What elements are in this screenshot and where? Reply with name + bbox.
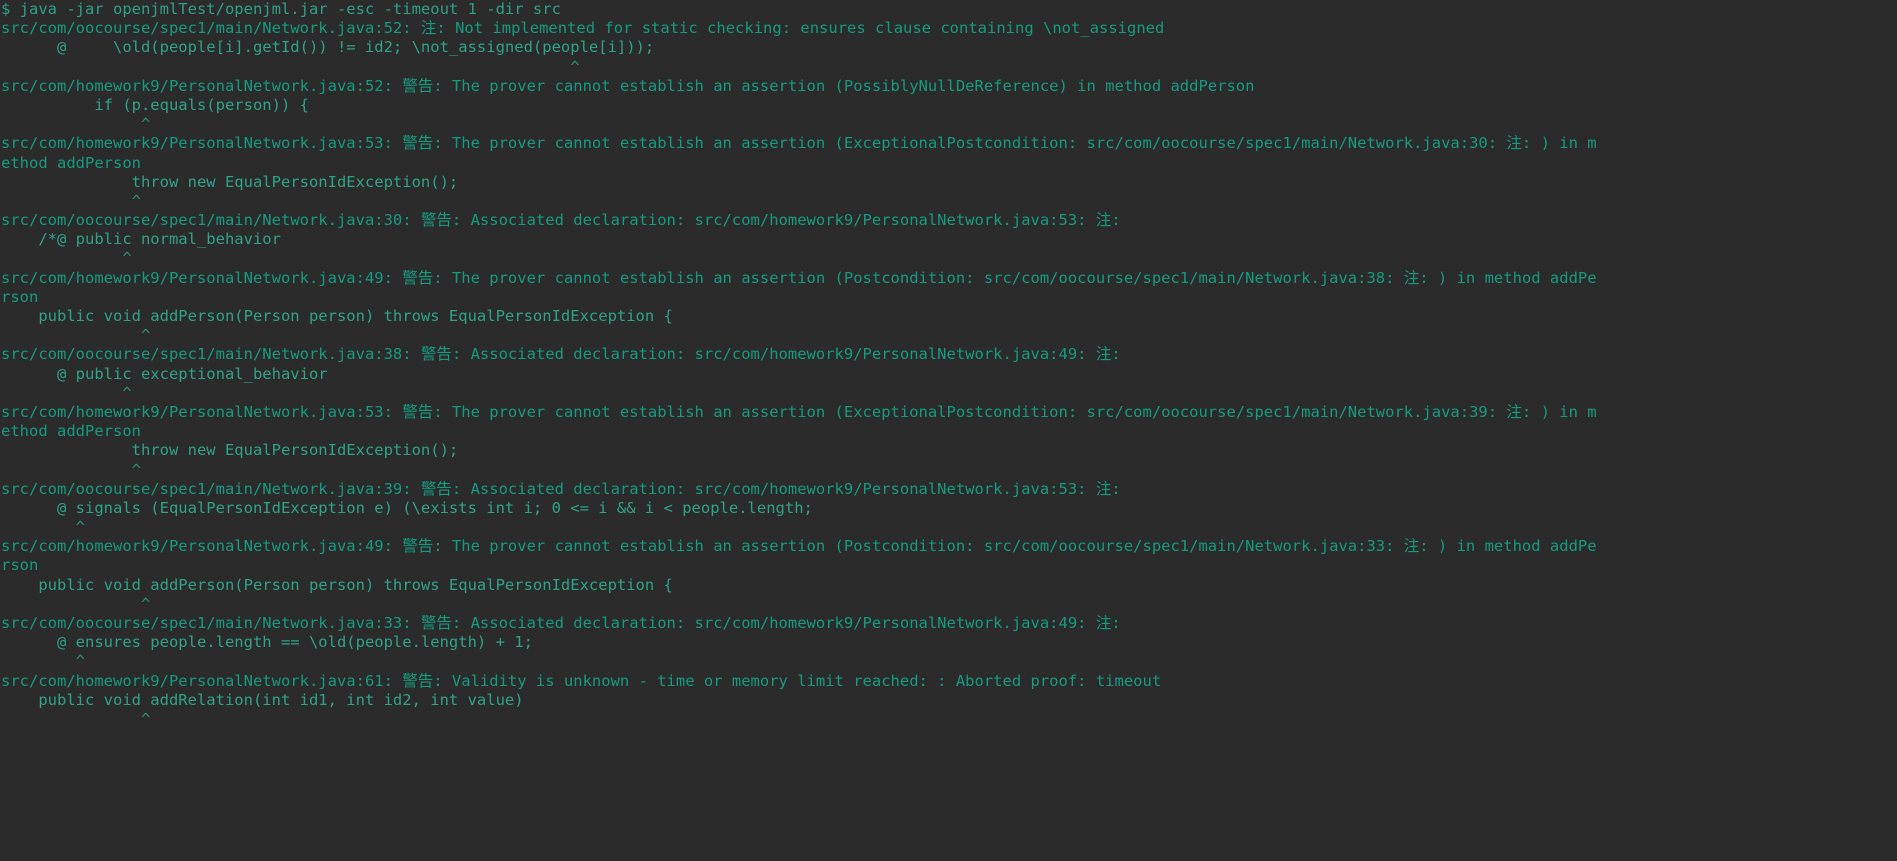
source-echo-line: @ signals (EqualPersonIdException e) (\e… (1, 498, 813, 517)
source-echo-line: public void addRelation(int id1, int id2… (1, 690, 524, 709)
source-echo-line: public void addPerson(Person person) thr… (1, 307, 673, 325)
diagnostic-line: src/com/oocourse/spec1/main/Network.java… (1, 19, 1165, 38)
caret-marker-line: ^ (1, 709, 151, 728)
caret-marker-line: ^ (1, 383, 132, 402)
diagnostic-line: src/com/homework9/PersonalNetwork.java:5… (1, 134, 1597, 153)
caret-marker-line: ^ (1, 57, 580, 76)
source-echo-line: if (p.equals(person)) { (1, 95, 309, 114)
caret-marker-line: ^ (1, 460, 141, 479)
terminal-output[interactable]: $ java -jar openjmlTest/openjml.jar -esc… (0, 0, 1897, 861)
caret-marker-line: ^ (1, 594, 151, 613)
source-echo-line: throw new EqualPersonIdException(); (1, 441, 459, 460)
diagnostic-line: src/com/oocourse/spec1/main/Network.java… (1, 345, 1121, 364)
diagnostic-line: ethod addPerson (1, 153, 141, 172)
source-echo-line: @ ensures people.length == \old(people.l… (1, 633, 533, 652)
source-echo-line: @ public exceptional_behavior (1, 364, 328, 383)
command-line: $ java -jar openjmlTest/openjml.jar -esc… (1, 0, 561, 18)
diagnostic-line: src/com/oocourse/spec1/main/Network.java… (1, 211, 1121, 230)
source-echo-line: /*@ public normal_behavior (1, 230, 281, 249)
diagnostic-line: rson (1, 287, 39, 306)
caret-marker-line: ^ (1, 518, 85, 537)
diagnostic-line: src/com/homework9/PersonalNetwork.java:6… (1, 671, 1162, 690)
diagnostic-line: rson (1, 556, 39, 575)
caret-marker-line: ^ (1, 191, 141, 210)
source-echo-line: throw new EqualPersonIdException(); (1, 172, 459, 191)
source-echo-line: public void addPerson(Person person) thr… (1, 575, 673, 594)
caret-marker-line: ^ (1, 115, 151, 134)
diagnostic-line: src/com/homework9/PersonalNetwork.java:4… (1, 268, 1597, 287)
caret-marker-line: ^ (1, 326, 151, 345)
source-echo-line: @ \old(people[i].getId()) != id2; \not_a… (1, 38, 655, 57)
diagnostic-line: src/com/homework9/PersonalNetwork.java:4… (1, 537, 1597, 556)
diagnostic-line: src/com/homework9/PersonalNetwork.java:5… (1, 76, 1255, 95)
diagnostic-line: src/com/oocourse/spec1/main/Network.java… (1, 479, 1121, 498)
diagnostic-line: src/com/homework9/PersonalNetwork.java:5… (1, 402, 1597, 421)
caret-marker-line: ^ (1, 249, 132, 268)
diagnostic-line: src/com/oocourse/spec1/main/Network.java… (1, 614, 1121, 632)
caret-marker-line: ^ (1, 652, 85, 671)
diagnostic-line: ethod addPerson (1, 422, 141, 441)
